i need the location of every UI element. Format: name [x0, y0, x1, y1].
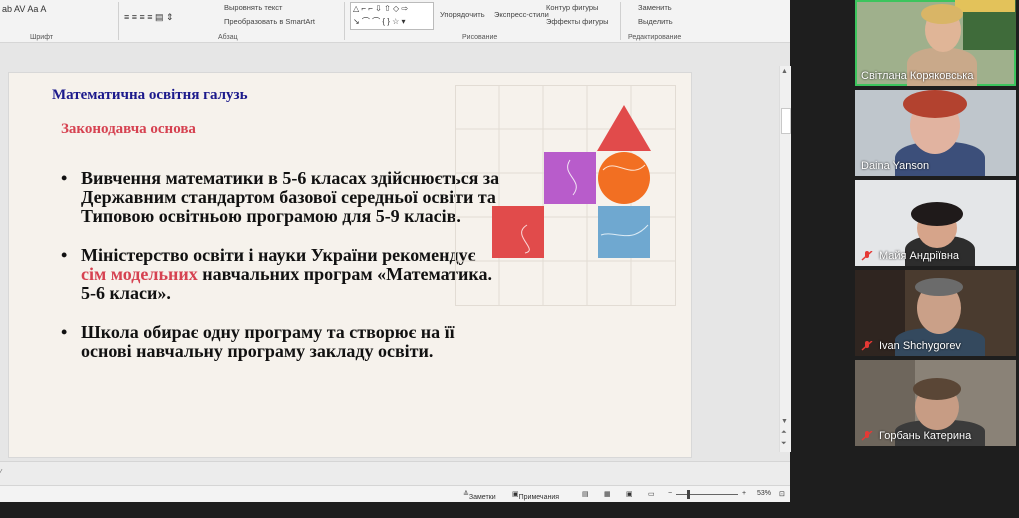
red-triangle — [597, 105, 651, 151]
avatar — [911, 202, 963, 226]
muted-mic-icon — [861, 431, 873, 441]
muted-mic-icon — [861, 341, 873, 351]
font-controls-icon[interactable]: ab AV Aa A — [2, 4, 46, 14]
ribbon-group-paragraph: Абзац — [218, 34, 238, 41]
bullet-text: Міністерство освіти і науки України реко… — [81, 245, 476, 265]
zoom-slider[interactable] — [676, 494, 738, 495]
participant-tile[interactable]: Майя Андріївна — [855, 180, 1016, 266]
notes-pane[interactable]: ⁄ — [0, 461, 790, 486]
normal-view-icon[interactable]: ▤ — [582, 490, 589, 498]
slide[interactable]: Математична освітня галузь Законодавча о… — [8, 72, 692, 458]
zoom-level[interactable]: 53% — [757, 490, 771, 497]
participant-tile[interactable]: Горбань Катерина — [855, 360, 1016, 446]
shapes-icon: △ ⌐ ⌐ ⇩ ⇧ ◇ ⇨ — [353, 4, 409, 13]
blue-square — [598, 206, 650, 258]
participant-name: Daina Yanson — [861, 160, 930, 172]
ribbon-group-editing: Редактирование — [628, 34, 682, 41]
shapes-gallery[interactable]: △ ⌐ ⌐ ⇩ ⇧ ◇ ⇨ ↘ ⌒ ⌒ { } ☆ ▾ — [350, 2, 434, 30]
separator — [118, 2, 119, 40]
arrange-button[interactable]: Упорядочить — [440, 10, 485, 19]
replace-button[interactable]: Заменить — [638, 3, 672, 12]
prev-slide-icon[interactable]: ⏶ — [781, 429, 787, 437]
banner-background — [955, 0, 1015, 12]
notes-label: Заметки — [468, 494, 496, 501]
muted-mic-icon — [861, 251, 873, 261]
bullet-item: Школа обирає одну програму та створює на… — [61, 323, 501, 361]
participant-name: Горбань Катерина — [879, 430, 972, 442]
zoom-slider-thumb[interactable] — [687, 490, 690, 499]
bullet-list: Вивчення математики в 5-6 класах здійсню… — [61, 169, 501, 381]
zoom-out-icon[interactable]: − — [668, 490, 672, 497]
next-slide-icon[interactable]: ⏷ — [781, 440, 787, 448]
separator — [620, 2, 621, 40]
vertical-scrollbar[interactable]: ▲ ▼ ⏶ ⏷ — [779, 66, 791, 452]
shapes-illustration — [455, 85, 676, 306]
participant-tile[interactable]: Ivan Shchygorev — [855, 270, 1016, 356]
bullet-item: Вивчення математики в 5-6 класах здійсню… — [61, 169, 501, 226]
avatar — [915, 278, 963, 296]
participant-name: Світлана Коряковська — [861, 70, 974, 82]
purple-square — [544, 152, 596, 204]
ribbon: ab AV Aa A Шрифт ≡ ≡ ≡ ≡ ▤ ⇕ Выровнять т… — [0, 0, 790, 43]
avatar — [903, 90, 967, 118]
shapes-icon: ↘ ⌒ ⌒ { } ☆ ▾ — [353, 17, 406, 26]
separator — [344, 2, 345, 40]
participant-tile[interactable]: Daina Yanson — [855, 90, 1016, 176]
fit-slide-icon[interactable]: ⊡ — [779, 490, 785, 498]
avatar — [913, 378, 961, 400]
participant-tile[interactable]: Світлана Коряковська — [855, 0, 1016, 86]
ribbon-group-font: Шрифт — [30, 34, 54, 41]
comments-label: Примечания — [518, 494, 560, 501]
shape-effects-button[interactable]: Эффекты фигуры — [546, 17, 609, 26]
reading-view-icon[interactable]: ▣ — [626, 490, 633, 498]
notes-button[interactable]: ≙ Заметки — [463, 490, 496, 501]
ribbon-group-drawing: Рисование — [462, 34, 498, 41]
participant-name: Ivan Shchygorev — [879, 340, 961, 352]
scroll-down-icon[interactable]: ▼ — [781, 418, 788, 425]
status-bar: ≙ Заметки ▣ Примечания ▤ ▦ ▣ ▭ − + 53% ⊡ — [0, 485, 790, 502]
comments-button[interactable]: ▣ Примечания — [512, 490, 559, 501]
bullet-highlight: сім модельних — [81, 264, 198, 284]
participants-panel: Світлана Коряковська Daina Yanson Майя А… — [855, 0, 1019, 450]
slide-heading: Математична освітня галузь — [52, 87, 248, 103]
select-button[interactable]: Выделить — [638, 17, 673, 26]
paragraph-align-icon[interactable]: ≡ ≡ ≡ ≡ ▤ ⇕ — [124, 12, 174, 23]
quick-styles-button[interactable]: Экспресс-стили — [494, 10, 549, 19]
avatar — [921, 4, 963, 24]
scrollbar-thumb[interactable] — [781, 108, 791, 134]
align-text-button[interactable]: Выровнять текст — [224, 3, 282, 12]
orange-circle — [598, 152, 650, 204]
bullet-item: Міністерство освіти і науки України реко… — [61, 246, 501, 303]
notes-collapse-icon[interactable]: ⁄ — [0, 468, 1, 477]
scroll-up-icon[interactable]: ▲ — [781, 68, 788, 75]
participant-name: Майя Андріївна — [879, 250, 960, 262]
slide-sorter-icon[interactable]: ▦ — [604, 490, 611, 498]
shape-outline-button[interactable]: Контур фигуры — [546, 3, 598, 12]
zoom-in-icon[interactable]: + — [742, 490, 746, 497]
convert-smartart-button[interactable]: Преобразовать в SmartArt — [224, 17, 315, 26]
red-square — [492, 206, 544, 258]
slideshow-icon[interactable]: ▭ — [648, 490, 655, 498]
slide-subheading: Законодавча основа — [61, 121, 196, 137]
